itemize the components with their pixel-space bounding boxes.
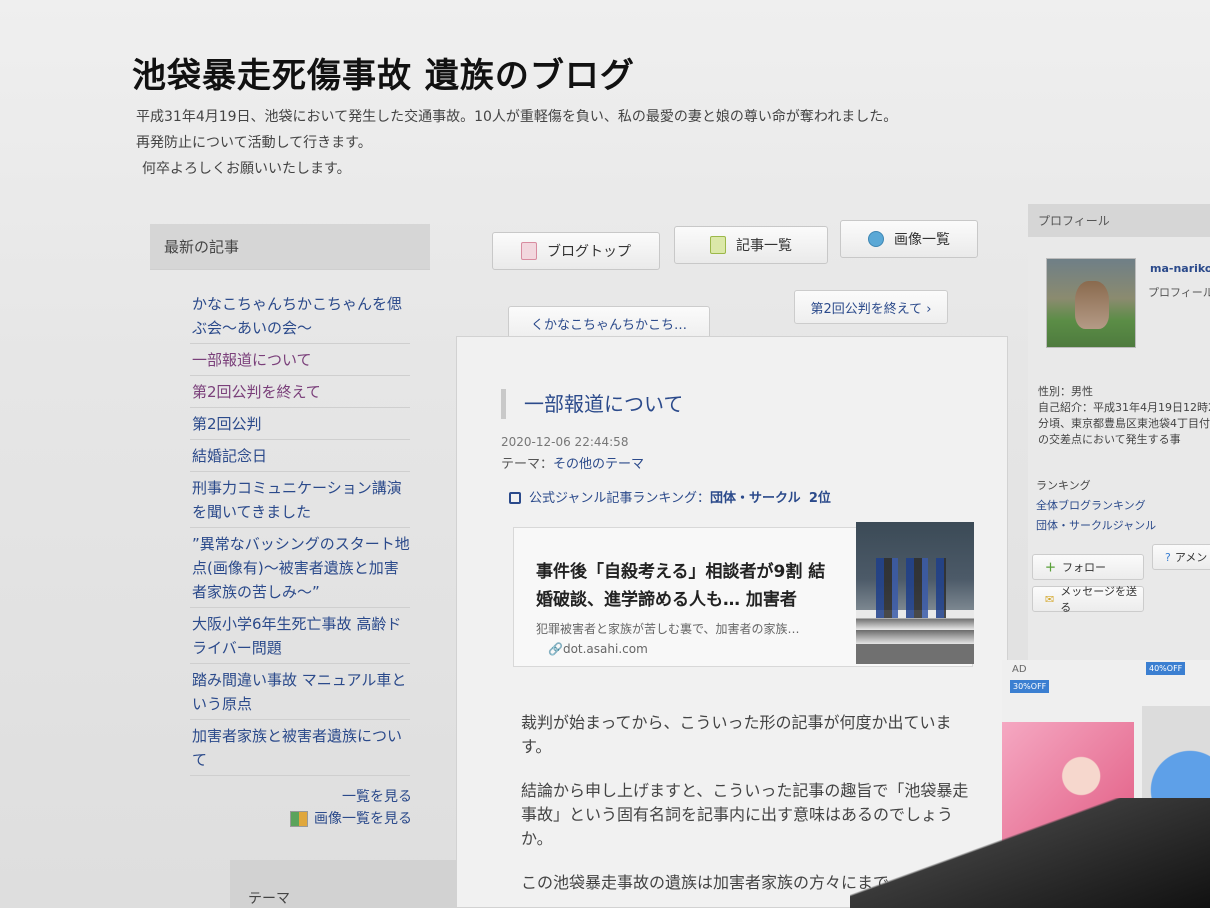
article-link[interactable]: かなこちゃんちかこちゃんを偲ぶ会〜あいの会〜 [192,295,402,337]
blog-description-line: 平成31年4月19日、池袋において発生した交通事故。10人が重軽傷を負い、私の最… [136,109,898,125]
monitor-edge [850,798,1210,908]
list-item: ”異常なバッシングのスタート地点(画像有)〜被害者遺族と加害者家族の苦しみ〜” [190,528,410,608]
link-icon: 🔗 [548,642,563,656]
list-item: 刑事力コミュニケーション講演を聞いてきました [190,472,410,528]
send-message-button[interactable]: ✉ メッセージを送る [1032,585,1144,614]
article-date: 2020-12-06 22:44:58 [501,435,629,449]
ranking-genre-link[interactable]: 団体・サークルジャンル [1036,516,1210,536]
camera-icon [868,231,884,247]
plus-icon: ＋ [1045,561,1056,574]
latest-articles-list: かなこちゃんちかこちゃんを偲ぶ会〜あいの会〜 一部報道について 第2回公判を終え… [150,270,430,776]
article-link[interactable]: 第2回公判を終えて [192,383,321,401]
latest-articles-box: 最新の記事 かなこちゃんちかこちゃんを偲ぶ会〜あいの会〜 一部報道について 第2… [150,224,430,830]
follow-label: フォロー [1062,561,1106,574]
ranking-title: ランキング [1036,479,1091,492]
article-link[interactable]: ”異常なバッシングのスタート地点(画像有)〜被害者遺族と加害者家族の苦しみ〜” [192,535,410,601]
list-item: 結婚記念日 [190,440,410,472]
question-icon: ? [1165,550,1171,564]
article-theme: テーマ：その他のテーマ [501,453,644,472]
card-domain: 🔗dot.asahi.com [548,642,648,656]
article-link[interactable]: 第2回公判 [192,415,262,433]
article-link[interactable]: 一部報道について [192,351,312,369]
blog-top-label: ブログトップ [547,244,631,260]
ranking-all-link[interactable]: 全体ブログランキング [1036,496,1210,516]
list-item: 大阪小学6年生死亡事故 高齢ドライバー問題 [190,608,410,664]
message-label: メッセージを送る [1060,585,1137,614]
blog-title[interactable]: 池袋暴走死傷事故 遺族のブログ [132,48,635,97]
next-article-button[interactable]: 第2回公判を終えて › [794,290,948,324]
profile-intro: 自己紹介：平成31年4月19日12時23分頃、東京都豊島区東池袋4丁目付近の交差… [1038,401,1210,446]
blog-page: 池袋暴走死傷事故 遺族のブログ 平成31年4月19日、池袋において発生した交通事… [0,0,1210,908]
profile-gender: 性別：男性 [1038,385,1093,398]
list-item: 第2回公判 [190,408,410,440]
profile-info: 性別：男性 自己紹介：平成31年4月19日12時23分頃、東京都豊島区東池袋4丁… [1038,384,1210,448]
article-list-label: 記事一覧 [736,238,792,254]
prev-article-button[interactable]: くかなこちゃんちかこち… [508,306,710,340]
list-item: 第2回公判を終えて [190,376,410,408]
genre-ranking[interactable]: 公式ジャンル記事ランキング：団体・サークル 2位 [509,487,831,506]
theme-label: テーマ： [501,457,554,472]
profile-ranking: ランキング 全体ブログランキング 団体・サークルジャンル [1036,476,1210,536]
documents-icon [710,236,726,254]
discount-badge: 40%OFF [1146,662,1186,675]
notepad-icon [521,242,537,260]
discount-badge: 30%OFF [1010,680,1050,693]
sidebar-links: 一覧を見る 画像一覧を見る [150,776,430,830]
card-title: 事件後「自殺考える」相談者が9割 結婚破談、進学諦める人も… 加害者 [536,562,826,610]
card-summary: 犯罪被害者と家族が苦しむ裏で、加害者の家族… [536,622,800,636]
article-link[interactable]: 加害者家族と被害者遺族について [192,727,402,769]
view-images-link[interactable]: 画像一覧を見る [314,811,412,827]
amember-button[interactable]: ? アメン [1152,544,1210,570]
latest-articles-heading: 最新の記事 [150,224,430,270]
envelope-icon: ✉ [1045,592,1055,606]
profile-heading: プロフィール [1028,204,1210,237]
image-grid-icon [290,811,308,827]
theme-link[interactable]: その他のテーマ [553,457,644,472]
article-link[interactable]: 踏み間違い事故 マニュアル車という原点 [192,671,406,713]
list-item: かなこちゃんちかこちゃんを偲ぶ会〜あいの会〜 [190,288,410,344]
blog-description-line: 再発防止について活動して行きます。 [136,135,372,151]
profile-link[interactable]: プロフィール｜ [1148,284,1210,300]
image-list-button[interactable]: 画像一覧 [840,220,978,258]
article-link[interactable]: 結婚記念日 [192,447,267,465]
blog-top-button[interactable]: ブログトップ [492,232,660,270]
ad-label: AD [1012,664,1027,675]
ranking-position: 2位 [808,491,831,506]
follow-button[interactable]: ＋ フォロー [1032,554,1144,580]
article-link[interactable]: 大阪小学6年生死亡事故 高齢ドライバー問題 [192,615,401,657]
article-list-button[interactable]: 記事一覧 [674,226,828,264]
article-link[interactable]: 刑事力コミュニケーション講演を聞いてきました [192,479,402,521]
card-thumbnail [856,522,974,664]
amember-label: アメン [1174,551,1208,564]
link-preview-card[interactable]: 事件後「自殺考える」相談者が9割 結婚破談、進学諦める人も… 加害者 犯罪被害者… [513,522,974,667]
blog-description: 平成31年4月19日、池袋において発生した交通事故。10人が重軽傷を負い、私の最… [136,104,996,182]
ranking-icon [509,492,521,504]
ranking-label: 公式ジャンル記事ランキング： [529,491,710,506]
list-item: 一部報道について [190,344,410,376]
blog-description-line: 何卒よろしくお願いいたします。 [142,161,351,177]
theme-heading: テーマ [230,860,470,908]
image-list-label: 画像一覧 [894,232,950,248]
profile-name[interactable]: ma-nariko [1150,262,1210,275]
avatar[interactable] [1046,258,1136,348]
list-item: 加害者家族と被害者遺族について [190,720,410,776]
view-list-link[interactable]: 一覧を見る [342,789,412,805]
ranking-genre: 団体・サークル [709,491,801,506]
card-domain-text: dot.asahi.com [562,642,648,656]
article-paragraph: 裁判が始まってから、こういった形の記事が何度か出ています。 [521,713,952,756]
article-title[interactable]: 一部報道について [501,389,683,419]
list-item: 踏み間違い事故 マニュアル車という原点 [190,664,410,720]
